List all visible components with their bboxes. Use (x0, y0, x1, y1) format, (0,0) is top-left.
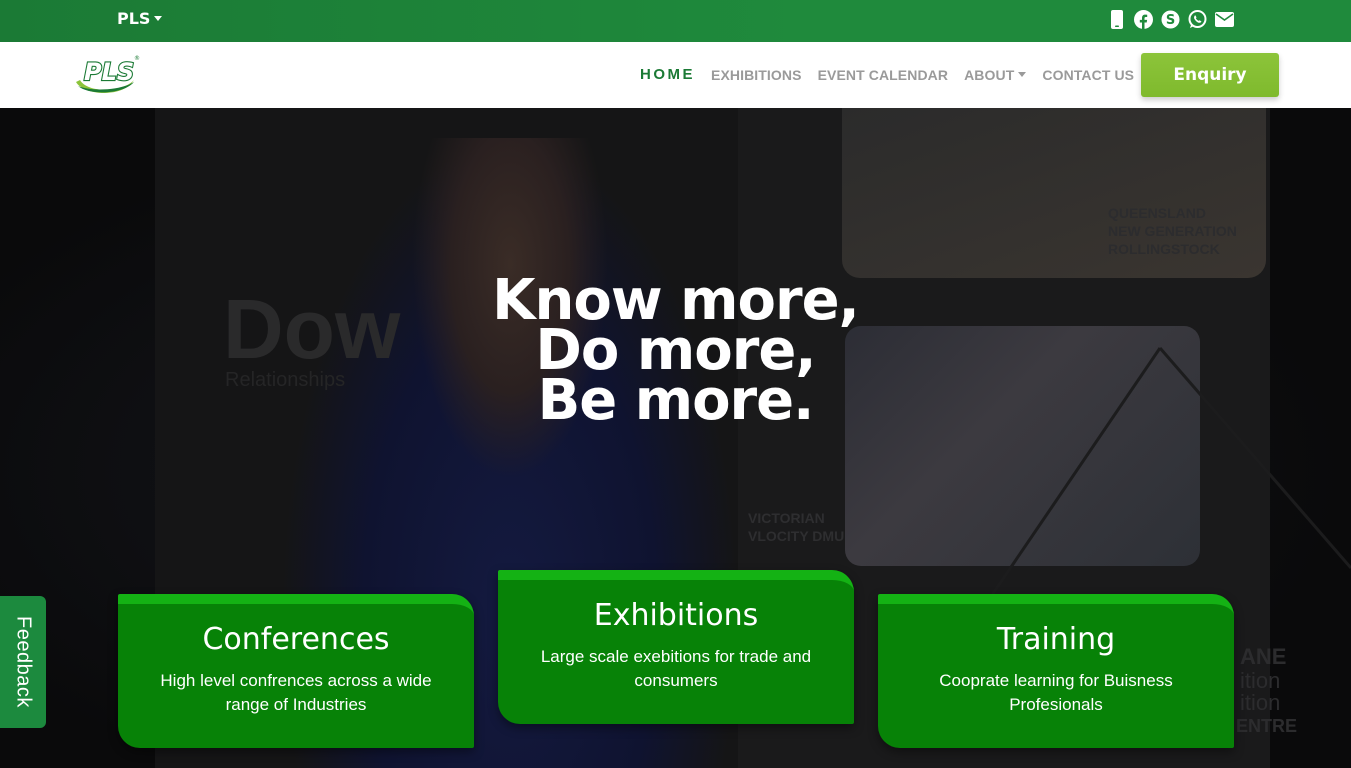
nav-about[interactable]: ABOUT (964, 66, 1027, 83)
whatsapp-icon[interactable] (1188, 10, 1207, 29)
mobile-icon[interactable] (1107, 10, 1126, 29)
svg-text:S: S (1166, 13, 1175, 28)
social-links: S (1107, 10, 1234, 29)
nav-contact-us[interactable]: CONTACT US (1042, 67, 1134, 83)
main-navbar: PLS ® HOME EXHIBITIONS EVENT CALENDAR AB… (0, 42, 1351, 108)
card-text: High level confrences across a wide rang… (160, 671, 432, 714)
language-label: PLS (117, 9, 151, 28)
exhibitions-card[interactable]: Exhibitions Large scale exebitions for t… (498, 570, 854, 724)
language-dropdown[interactable]: PLS (117, 9, 163, 28)
nav-exhibitions[interactable]: EXHIBITIONS (711, 67, 802, 83)
pls-logo[interactable]: PLS ® (74, 52, 144, 98)
nav-home[interactable]: HOME (640, 66, 695, 83)
card-text: Cooprate learning for Buisness Profesion… (939, 671, 1173, 714)
chevron-down-icon (154, 16, 163, 21)
email-icon[interactable] (1215, 10, 1234, 29)
banner-text-entre: ENTRE (1236, 716, 1297, 736)
top-utility-bar: PLS S (0, 0, 1351, 42)
banner-text-ane: ANE (1240, 644, 1286, 669)
headline-line-3: Be more. (537, 368, 815, 433)
nav-event-calendar[interactable]: EVENT CALENDAR (818, 67, 949, 83)
card-title: Conferences (202, 622, 390, 657)
feedback-label: Feedback (12, 616, 35, 708)
svg-text:PLS: PLS (84, 58, 134, 86)
banner-text-vlocity: VLOCITY DMU (748, 528, 844, 544)
nav-about-label: ABOUT (964, 66, 1015, 83)
hero-headline: Know more, Do more, Be more. (0, 273, 1351, 433)
primary-nav: HOME EXHIBITIONS EVENT CALENDAR ABOUT CO… (640, 66, 1134, 83)
card-title: Exhibitions (593, 598, 759, 633)
training-card[interactable]: Training Cooprate learning for Buisness … (878, 594, 1234, 748)
banner-text-victorian: VICTORIAN (748, 510, 825, 526)
banner-text-new-generation: NEW GENERATION (1108, 223, 1237, 239)
banner-text-queensland: QUEENSLAND (1108, 205, 1206, 221)
facebook-icon[interactable] (1134, 10, 1153, 29)
chevron-down-icon (1018, 72, 1027, 77)
card-title: Training (996, 622, 1116, 657)
svg-text:®: ® (134, 55, 140, 62)
enquiry-button[interactable]: Enquiry (1141, 53, 1279, 97)
feedback-tab[interactable]: Feedback (0, 596, 46, 728)
banner-text-ition-2: ition (1240, 690, 1280, 715)
skype-icon[interactable]: S (1161, 10, 1180, 29)
banner-text-rollingstock: ROLLINGSTOCK (1108, 241, 1220, 257)
conferences-card[interactable]: Conferences High level confrences across… (118, 594, 474, 748)
card-text: Large scale exebitions for trade and con… (540, 647, 812, 690)
